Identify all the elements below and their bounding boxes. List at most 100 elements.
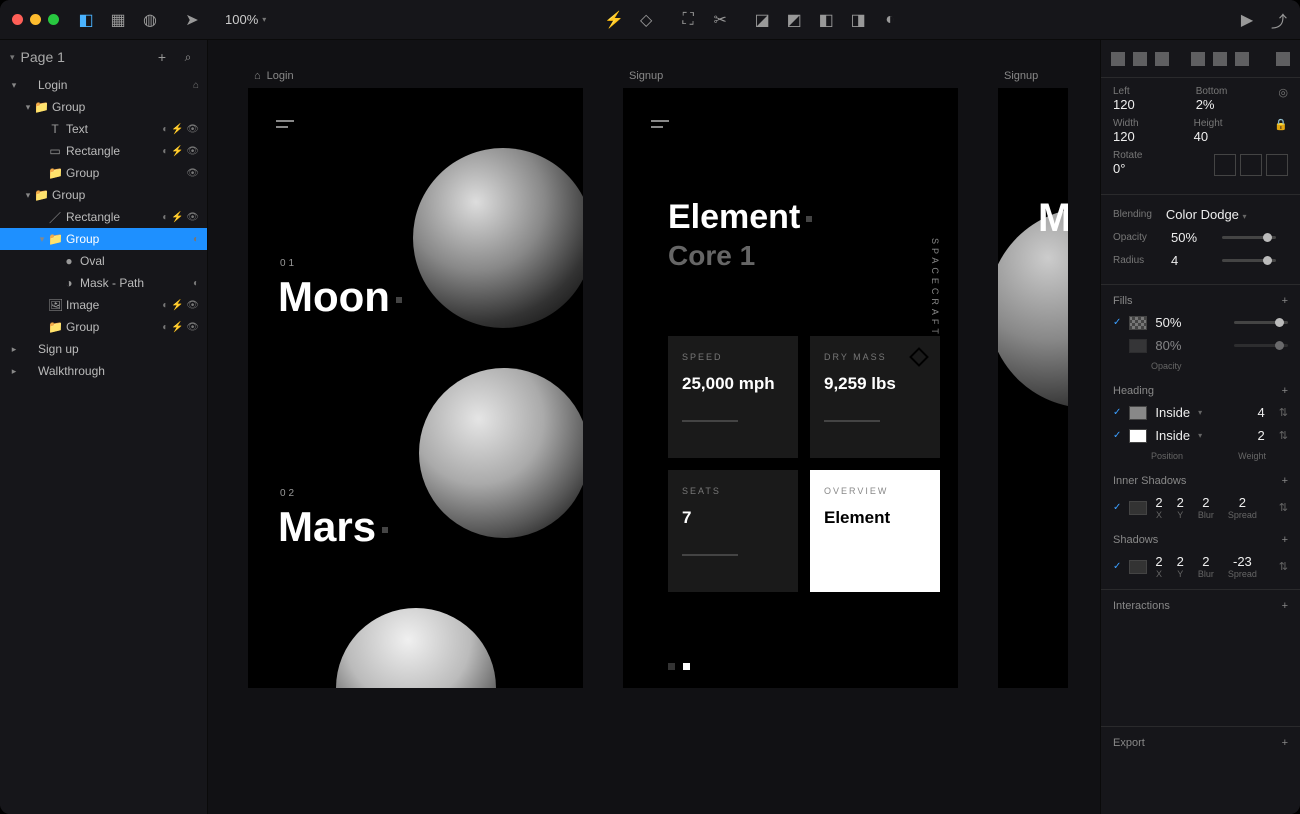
stat-card[interactable]: SEATS7 xyxy=(668,470,798,592)
add-page-icon[interactable]: + xyxy=(153,48,171,66)
difference-icon[interactable]: ◨ xyxy=(849,11,867,29)
mask-icon[interactable]: ◐ xyxy=(881,11,899,29)
pages-header[interactable]: ▾ Page 1 + ⌕ xyxy=(0,40,207,74)
inner-shadow-row[interactable]: ✓ 2X 2Y 2Blur 2Spread ⇅ xyxy=(1101,491,1300,524)
stat-card[interactable]: OVERVIEWElement xyxy=(810,470,940,592)
layer-row[interactable]: ▾📁Group◐ xyxy=(0,228,207,250)
artboard-label-signup[interactable]: Signup xyxy=(629,70,958,82)
rotate-value[interactable]: 0° xyxy=(1113,161,1194,176)
bottom-value[interactable]: 2% xyxy=(1196,97,1259,112)
add-fill-icon[interactable]: + xyxy=(1282,295,1288,307)
artboard-signup2[interactable]: M xyxy=(998,88,1068,688)
layers-icon[interactable]: ◧ xyxy=(77,11,95,29)
border-swatch[interactable] xyxy=(1129,406,1147,420)
lock-icon[interactable]: 🔒 xyxy=(1274,118,1288,144)
share-icon[interactable]: ⤴ xyxy=(1270,11,1288,29)
height-value[interactable]: 40 xyxy=(1194,129,1255,144)
fill-slider[interactable] xyxy=(1234,344,1288,347)
close-dot[interactable] xyxy=(12,14,23,25)
align-left-icon[interactable] xyxy=(1111,52,1125,66)
layer-row[interactable]: ▾📁Group xyxy=(0,96,207,118)
add-export-icon[interactable]: + xyxy=(1282,737,1288,749)
minimize-dot[interactable] xyxy=(30,14,41,25)
radius-value[interactable]: 4 xyxy=(1171,253,1178,268)
layer-row[interactable]: ●Oval xyxy=(0,250,207,272)
window-controls xyxy=(12,14,59,25)
bounds-icon[interactable]: ⛶ xyxy=(679,11,697,29)
export-header: Export+ xyxy=(1101,726,1300,753)
components-icon[interactable]: ▦ xyxy=(109,11,127,29)
interactions-header: Interactions+ xyxy=(1101,589,1300,616)
pointer-tool-icon[interactable]: ➤ xyxy=(183,11,201,29)
distribute-icon[interactable] xyxy=(1276,52,1290,66)
layer-row[interactable]: ▸Sign up xyxy=(0,338,207,360)
layer-row[interactable]: 🖼Image◐ ⚡ 👁 xyxy=(0,294,207,316)
scissors-icon[interactable]: ✂ xyxy=(711,11,729,29)
intersect-icon[interactable]: ◧ xyxy=(817,11,835,29)
align-top-icon[interactable] xyxy=(1191,52,1205,66)
add-heading-icon[interactable]: + xyxy=(1282,385,1288,397)
layer-row[interactable]: ◑Mask - Path◐ xyxy=(0,272,207,294)
crop-title: M xyxy=(1038,196,1068,241)
bolt-icon[interactable]: ⚡ xyxy=(605,11,623,29)
opacity-slider[interactable] xyxy=(1222,236,1276,239)
artboard-login[interactable]: PLANETS 01 Moon 02 Mars xyxy=(248,88,583,688)
align-bottom-icon[interactable] xyxy=(1235,52,1249,66)
constraint-box[interactable] xyxy=(1240,154,1262,176)
fill-swatch[interactable] xyxy=(1129,316,1147,330)
heading-row[interactable]: ✓Inside▾4⇅ xyxy=(1101,401,1300,424)
layer-row[interactable]: ▾Login⌂ xyxy=(0,74,207,96)
border-swatch[interactable] xyxy=(1129,429,1147,443)
width-value[interactable]: 120 xyxy=(1113,129,1174,144)
zoom-level[interactable]: 100%▾ xyxy=(225,12,266,27)
data-icon[interactable]: ◍ xyxy=(141,11,159,29)
canvas[interactable]: ⌂ Login PLANETS 01 Moon 02 Mars Signup xyxy=(208,40,1100,814)
add-inner-shadow-icon[interactable]: + xyxy=(1282,475,1288,487)
artboard-signup[interactable]: SPACECRAFT Element Core 1 SPEED25,000 mp… xyxy=(623,88,958,688)
shadow-row[interactable]: ✓ 2X 2Y 2Blur -23Spread ⇅ xyxy=(1101,550,1300,583)
home-icon: ⌂ xyxy=(254,70,261,82)
dot[interactable] xyxy=(668,663,675,670)
constraint-box[interactable] xyxy=(1266,154,1288,176)
subtract-icon[interactable]: ◩ xyxy=(785,11,803,29)
add-shadow-icon[interactable]: + xyxy=(1282,534,1288,546)
page-dots[interactable] xyxy=(668,663,690,670)
add-interaction-icon[interactable]: + xyxy=(1282,600,1288,612)
layer-row[interactable]: ▭Rectangle◐ ⚡ 👁 xyxy=(0,140,207,162)
layer-row[interactable]: ▾📁Group xyxy=(0,184,207,206)
layer-row[interactable]: TText◐ ⚡ 👁 xyxy=(0,118,207,140)
shadow-swatch[interactable] xyxy=(1129,560,1147,574)
layer-row[interactable]: ／Rectangle◐ ⚡ 👁 xyxy=(0,206,207,228)
dot-active[interactable] xyxy=(683,663,690,670)
opacity-value[interactable]: 50% xyxy=(1171,230,1197,245)
layer-row[interactable]: ▸Walkthrough xyxy=(0,360,207,382)
fill-slider[interactable] xyxy=(1234,321,1288,324)
fill-row[interactable]: ✓50% xyxy=(1101,311,1300,334)
layer-row[interactable]: 📁Group◐ ⚡ 👁 xyxy=(0,316,207,338)
left-value[interactable]: 120 xyxy=(1113,97,1176,112)
layers-list: ▾Login⌂▾📁GroupTText◐ ⚡ 👁▭Rectangle◐ ⚡ 👁📁… xyxy=(0,74,207,382)
heading-row[interactable]: ✓Inside▾2⇅ xyxy=(1101,424,1300,447)
play-icon[interactable]: ▶ xyxy=(1238,11,1256,29)
fills-header: Fills+ xyxy=(1101,285,1300,311)
artboard-label-signup2[interactable]: Signup xyxy=(1004,70,1068,82)
layer-row[interactable]: 📁Group👁 xyxy=(0,162,207,184)
fill-row[interactable]: ✓80% xyxy=(1101,334,1300,357)
planet-title: Mars xyxy=(278,503,388,551)
stat-card[interactable]: SPEED25,000 mph xyxy=(668,336,798,458)
element-title: Element xyxy=(668,198,812,237)
radius-slider[interactable] xyxy=(1222,259,1276,262)
blend-mode[interactable]: Color Dodge ▾ xyxy=(1166,207,1276,222)
cube-icon[interactable]: ◇ xyxy=(637,11,655,29)
constraint-box[interactable] xyxy=(1214,154,1236,176)
union-icon[interactable]: ◪ xyxy=(753,11,771,29)
maximize-dot[interactable] xyxy=(48,14,59,25)
shadow-swatch[interactable] xyxy=(1129,501,1147,515)
fill-swatch[interactable] xyxy=(1129,339,1147,353)
search-icon[interactable]: ⌕ xyxy=(179,48,197,66)
target-icon[interactable]: ◎ xyxy=(1278,86,1288,112)
align-hcenter-icon[interactable] xyxy=(1133,52,1147,66)
artboard-label-login[interactable]: ⌂ Login xyxy=(254,70,583,82)
align-right-icon[interactable] xyxy=(1155,52,1169,66)
align-vcenter-icon[interactable] xyxy=(1213,52,1227,66)
